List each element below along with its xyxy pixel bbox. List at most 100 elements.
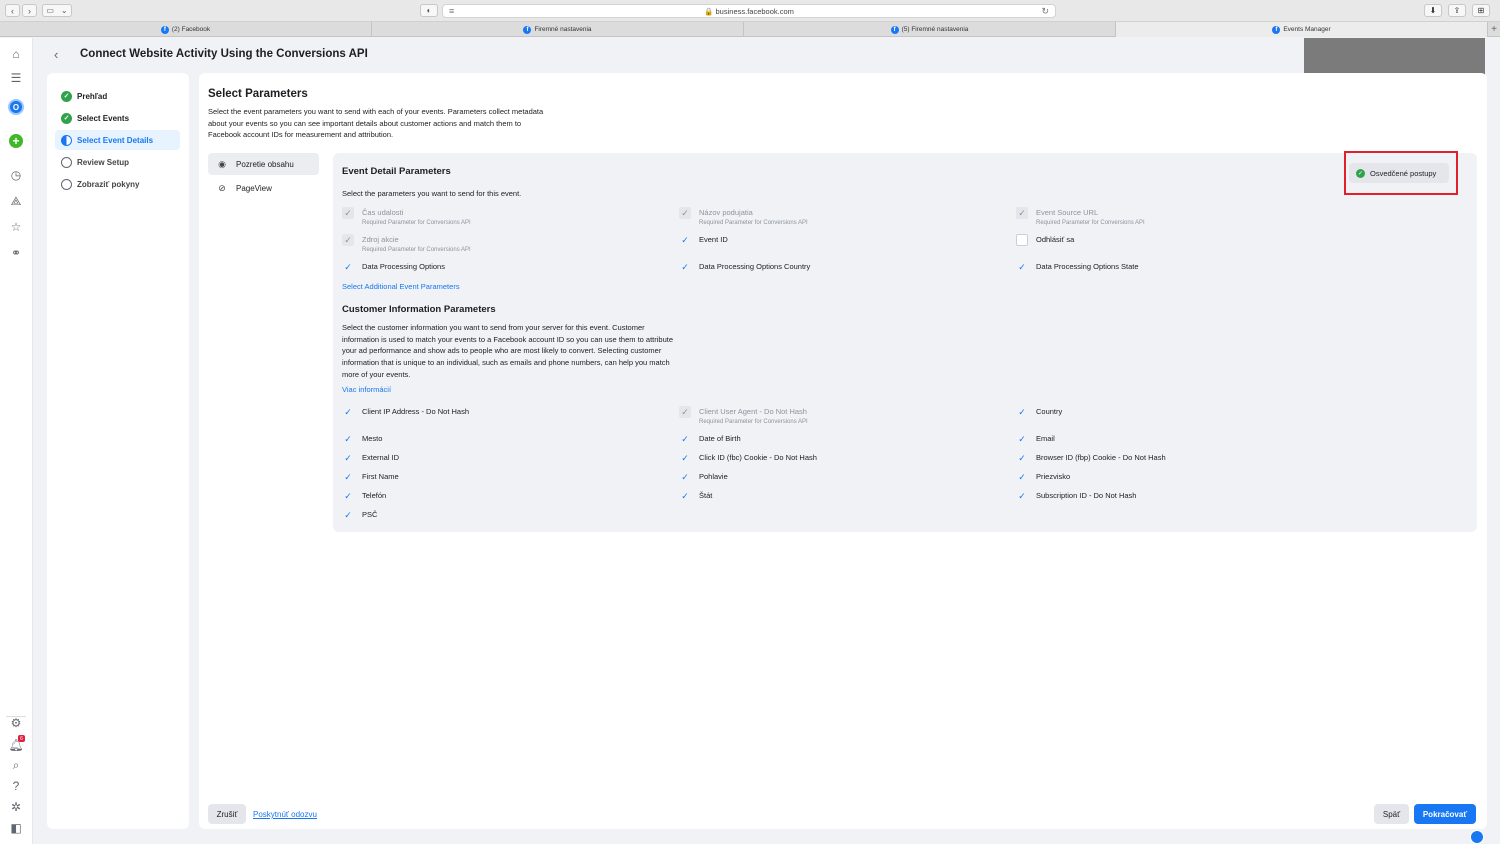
- parameter-checkbox-row[interactable]: ✓ Email: [1016, 433, 1055, 445]
- cancel-button[interactable]: Zrušiť: [208, 804, 246, 824]
- new-tab-button[interactable]: +: [1488, 22, 1500, 36]
- checkbox-checked[interactable]: ✓: [342, 452, 354, 464]
- tab-overview-icon[interactable]: ⊞: [1472, 4, 1490, 17]
- continue-button[interactable]: Pokračovať: [1414, 804, 1476, 824]
- parameter-checkbox-row[interactable]: ✓ Pohlavie: [679, 471, 728, 483]
- parameter-checkbox-row[interactable]: ✓ Data Processing Options Country: [679, 261, 810, 273]
- browser-sidebar-toggle[interactable]: ▭ ⌄: [42, 4, 72, 17]
- additional-params-link[interactable]: Select Additional Event Parameters: [342, 282, 460, 291]
- parameter-checkbox-row[interactable]: ✓ Event Source URL Required Parameter for …: [1016, 207, 1145, 227]
- parameter-checkbox-row[interactable]: ✓ Client IP Address - Do Not Hash: [342, 406, 469, 418]
- parameter-checkbox-row[interactable]: ✓ Subscription ID - Do Not Hash: [1016, 490, 1136, 502]
- reader-icon[interactable]: ≡: [449, 6, 454, 16]
- parameter-label: Event Source URL Required Parameter for C…: [1036, 207, 1145, 227]
- checkbox-checked[interactable]: ✓: [679, 452, 691, 464]
- data-sources-icon[interactable]: ⟁: [8, 193, 24, 209]
- share-icon[interactable]: ⇪: [1448, 4, 1466, 17]
- parameter-checkbox-row[interactable]: ✓ Browser ID (fbp) Cookie - Do Not Hash: [1016, 452, 1165, 464]
- step-view-instructions[interactable]: Zobraziť pokyny: [55, 174, 180, 194]
- step-review-setup[interactable]: Review Setup: [55, 152, 180, 172]
- address-bar[interactable]: ≡ 🔒 business.facebook.com ↻: [442, 4, 1056, 18]
- search-icon[interactable]: ⌕: [8, 757, 24, 773]
- tab-business-settings[interactable]: f Firemné nastavenia: [372, 22, 744, 37]
- create-icon[interactable]: +: [9, 134, 23, 148]
- tab-facebook[interactable]: f (2) Facebook: [0, 22, 372, 37]
- checkbox-checked[interactable]: ✓: [1016, 490, 1028, 502]
- parameter-checkbox-row[interactable]: ✓ PSČ: [342, 509, 377, 521]
- checkbox-checked[interactable]: ✓: [679, 490, 691, 502]
- parameter-checkbox-row[interactable]: ✓ Zdroj akcie Required Parameter for Conve…: [342, 234, 471, 254]
- checkbox-unchecked[interactable]: [1016, 234, 1028, 246]
- parameter-checkbox-row[interactable]: ✓ Data Processing Options: [342, 261, 445, 273]
- step-select-events[interactable]: ✓ Select Events: [55, 108, 180, 128]
- half-circle-icon: [61, 134, 72, 146]
- parameter-label-text: Data Processing Options State: [1036, 262, 1139, 271]
- checkbox-checked[interactable]: ✓: [342, 490, 354, 502]
- back-button[interactable]: Späť: [1374, 804, 1409, 824]
- tab-business-settings-2[interactable]: f (5) Firemné nastavenia: [744, 22, 1116, 37]
- checkbox-checked[interactable]: ✓: [342, 261, 354, 273]
- checkbox-checked[interactable]: ✓: [679, 234, 691, 246]
- checkbox-checked[interactable]: ✓: [679, 261, 691, 273]
- tab-label: (2) Facebook: [171, 26, 211, 33]
- parameter-checkbox-row[interactable]: ✓ Click ID (fbc) Cookie - Do Not Hash: [679, 452, 817, 464]
- help-fab-icon[interactable]: [1470, 830, 1484, 844]
- account-avatar[interactable]: O: [8, 99, 24, 115]
- parameter-checkbox-row[interactable]: ✓ Data Processing Options State: [1016, 261, 1139, 273]
- more-info-link[interactable]: Viac informácií: [342, 385, 391, 394]
- step-label: Review Setup: [77, 157, 130, 167]
- parameter-checkbox-row[interactable]: ✓ External ID: [342, 452, 399, 464]
- setup-stepper: ✓ Prehľad ✓ Select Events Select Event Det…: [47, 73, 189, 829]
- back-arrow-icon[interactable]: ‹: [54, 47, 58, 62]
- parameter-checkbox-row[interactable]: ✓ First Name: [342, 471, 398, 483]
- step-select-event-details[interactable]: Select Event Details: [55, 130, 180, 150]
- menu-icon[interactable]: ☰: [8, 70, 24, 86]
- checkbox-checked[interactable]: ✓: [342, 509, 354, 521]
- parameter-checkbox-row[interactable]: ✓ Štát: [679, 490, 712, 502]
- event-item-pageview[interactable]: ⊘ PageView: [208, 177, 319, 199]
- parameter-checkbox-row[interactable]: ✓ Telefón: [342, 490, 386, 502]
- event-item-view-content[interactable]: ◉ Pozretie obsahu: [208, 153, 319, 175]
- tab-events-manager[interactable]: f Events Manager: [1116, 22, 1488, 37]
- partner-icon[interactable]: ☆: [8, 219, 24, 235]
- facebook-icon: f: [1272, 25, 1281, 34]
- checkbox-checked[interactable]: ✓: [1016, 471, 1028, 483]
- step-overview[interactable]: ✓ Prehľad: [55, 86, 180, 106]
- checkbox-checked[interactable]: ✓: [342, 471, 354, 483]
- checkbox-checked[interactable]: ✓: [1016, 452, 1028, 464]
- downloads-icon[interactable]: ⬇: [1424, 4, 1442, 17]
- bug-icon[interactable]: ✲: [8, 799, 24, 815]
- help-icon[interactable]: ?: [8, 778, 24, 794]
- parameter-checkbox-row[interactable]: ✓ Date of Birth: [679, 433, 740, 445]
- sidebar-icon[interactable]: ◧: [8, 820, 24, 836]
- checkbox-checked[interactable]: ✓: [1016, 406, 1028, 418]
- parameter-label: Data Processing Options State: [1036, 261, 1139, 273]
- check-circle-icon: ✓: [61, 90, 72, 102]
- tab-label: Events Manager: [1283, 26, 1331, 33]
- parameter-checkbox-row[interactable]: ✓ Client User Agent - Do Not Hash Required…: [679, 406, 808, 426]
- browser-toolbar: ‹ › ▭ ⌄ ◐ ≡ 🔒 business.facebook.com ↻ ⬇ ⇪…: [0, 0, 1500, 22]
- home-icon[interactable]: ⌂: [8, 46, 24, 62]
- parameter-checkbox-row[interactable]: ✓ Event ID: [679, 234, 728, 246]
- browser-forward-icon[interactable]: ›: [22, 4, 37, 17]
- diagnostics-icon[interactable]: ⚭: [8, 245, 24, 261]
- parameter-checkbox-row[interactable]: ✓ Mesto: [342, 433, 382, 445]
- parameter-checkbox-row[interactable]: ✓ Country: [1016, 406, 1062, 418]
- checkbox-checked[interactable]: ✓: [1016, 433, 1028, 445]
- parameter-checkbox-row[interactable]: Odhlásiť sa: [1016, 234, 1074, 246]
- privacy-shield-icon[interactable]: ◐: [420, 4, 438, 17]
- parameter-checkbox-row[interactable]: ✓ Názov podujatia Required Parameter for C…: [679, 207, 808, 227]
- checkbox-checked[interactable]: ✓: [679, 433, 691, 445]
- browser-back-icon[interactable]: ‹: [5, 4, 20, 17]
- tab-label: (5) Firemné nastavenia: [901, 26, 969, 33]
- checkbox-checked[interactable]: ✓: [342, 433, 354, 445]
- checkbox-checked[interactable]: ✓: [1016, 261, 1028, 273]
- checkbox-checked[interactable]: ✓: [679, 471, 691, 483]
- feedback-link[interactable]: Poskytnúť odozvu: [253, 810, 317, 819]
- parameter-checkbox-row[interactable]: ✓ Priezvisko: [1016, 471, 1070, 483]
- parameter-checkbox-row[interactable]: ✓ Čas udalosti Required Parameter for Conv…: [342, 207, 471, 227]
- reload-icon[interactable]: ↻: [1041, 6, 1049, 17]
- checkbox-checked[interactable]: ✓: [342, 406, 354, 418]
- overview-icon[interactable]: ◷: [8, 167, 24, 183]
- settings-icon[interactable]: ⚙: [8, 715, 24, 731]
